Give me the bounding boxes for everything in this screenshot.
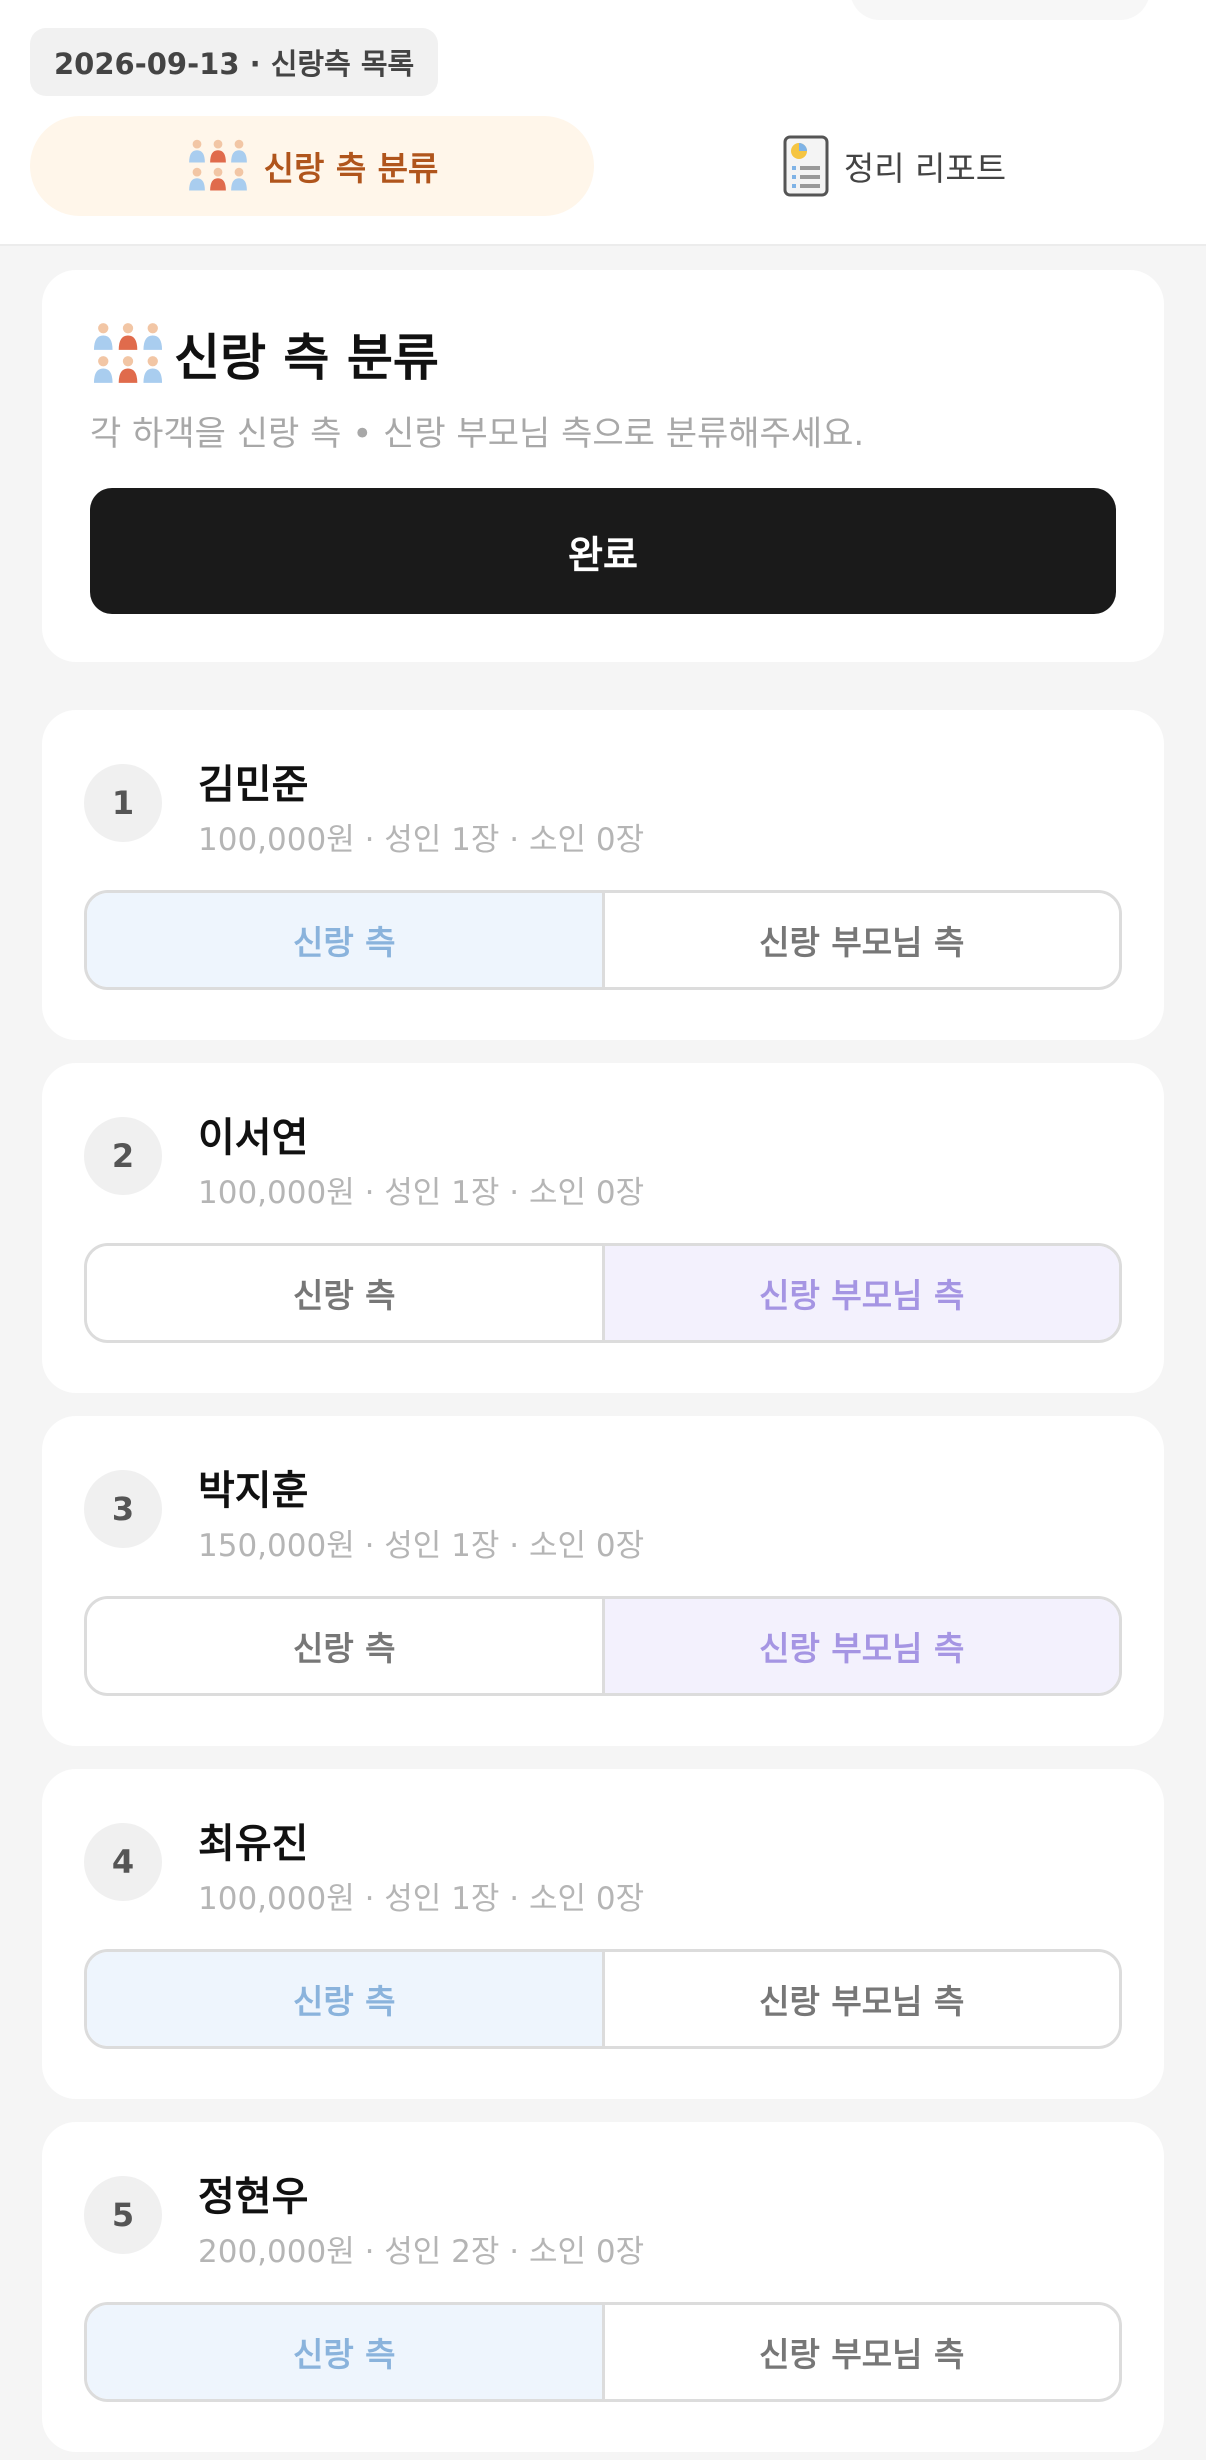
report-clipboard-icon bbox=[782, 134, 830, 198]
option-groom-side[interactable]: 신랑 측 bbox=[87, 1952, 602, 2046]
guest-detail: 100,000원 · 성인 1장 · 소인 0장 bbox=[198, 1881, 645, 1917]
app-header: 2026-09-13 · 신랑측 목록 신랑 측 분류 정리 리포트 bbox=[0, 0, 1206, 246]
side-segmented-control: 신랑 측 신랑 부모님 측 bbox=[84, 1243, 1122, 1343]
side-segmented-control: 신랑 측 신랑 부모님 측 bbox=[84, 1949, 1122, 2049]
guest-name: 박지훈 bbox=[198, 1468, 309, 1514]
guest-detail: 200,000원 · 성인 2장 · 소인 0장 bbox=[198, 2234, 645, 2270]
guest-card: 4 최유진 100,000원 · 성인 1장 · 소인 0장 신랑 측 신랑 부… bbox=[42, 1769, 1164, 2099]
guest-card: 1 김민준 100,000원 · 성인 1장 · 소인 0장 신랑 측 신랑 부… bbox=[42, 710, 1164, 1040]
guest-name: 최유진 bbox=[198, 1821, 309, 1867]
guest-card: 5 정현우 200,000원 · 성인 2장 · 소인 0장 신랑 측 신랑 부… bbox=[42, 2122, 1164, 2452]
people-group-icon bbox=[90, 321, 166, 387]
guest-number-badge: 1 bbox=[84, 764, 162, 842]
option-groom-parents-side[interactable]: 신랑 부모님 측 bbox=[601, 1952, 1119, 2046]
option-groom-side[interactable]: 신랑 측 bbox=[87, 1599, 602, 1693]
people-group-icon bbox=[186, 138, 250, 194]
tab-label: 정리 리포트 bbox=[843, 149, 1007, 188]
side-segmented-control: 신랑 측 신랑 부모님 측 bbox=[84, 1596, 1122, 1696]
page-subtitle: 각 하객을 신랑 측 • 신랑 부모님 측으로 분류해주세요. bbox=[90, 414, 865, 454]
option-groom-side[interactable]: 신랑 측 bbox=[87, 893, 602, 987]
guest-detail: 150,000원 · 성인 1장 · 소인 0장 bbox=[198, 1528, 645, 1564]
guest-card: 2 이서연 100,000원 · 성인 1장 · 소인 0장 신랑 측 신랑 부… bbox=[42, 1063, 1164, 1393]
side-segmented-control: 신랑 측 신랑 부모님 측 bbox=[84, 2302, 1122, 2402]
guest-name: 정현우 bbox=[198, 2174, 309, 2220]
date-chip[interactable]: 2026-09-13 · 신랑측 목록 bbox=[30, 28, 439, 96]
guest-number-badge: 4 bbox=[84, 1823, 162, 1901]
header-decoration bbox=[850, 0, 1150, 20]
option-groom-parents-side[interactable]: 신랑 부모님 측 bbox=[601, 893, 1119, 987]
option-groom-parents-side[interactable]: 신랑 부모님 측 bbox=[601, 1246, 1119, 1340]
intro-card: 신랑 측 분류 각 하객을 신랑 측 • 신랑 부모님 측으로 분류해주세요. … bbox=[42, 270, 1164, 662]
guest-number-badge: 2 bbox=[84, 1117, 162, 1195]
page-title-text: 신랑 측 분류 bbox=[174, 329, 439, 387]
option-groom-parents-side[interactable]: 신랑 부모님 측 bbox=[601, 2305, 1119, 2399]
guest-name: 김민준 bbox=[198, 762, 309, 808]
option-groom-parents-side[interactable]: 신랑 부모님 측 bbox=[601, 1599, 1119, 1693]
guest-name: 이서연 bbox=[198, 1115, 309, 1161]
guest-detail: 100,000원 · 성인 1장 · 소인 0장 bbox=[198, 1175, 645, 1211]
option-groom-side[interactable]: 신랑 측 bbox=[87, 1246, 602, 1340]
side-segmented-control: 신랑 측 신랑 부모님 측 bbox=[84, 890, 1122, 990]
guest-detail: 100,000원 · 성인 1장 · 소인 0장 bbox=[198, 822, 645, 858]
tab-label: 신랑 측 분류 bbox=[263, 149, 439, 188]
guest-number-badge: 3 bbox=[84, 1470, 162, 1548]
option-groom-side[interactable]: 신랑 측 bbox=[87, 2305, 602, 2399]
tab-groom-classify[interactable]: 신랑 측 분류 bbox=[30, 116, 594, 216]
guest-card: 3 박지훈 150,000원 · 성인 1장 · 소인 0장 신랑 측 신랑 부… bbox=[42, 1416, 1164, 1746]
tab-report[interactable]: 정리 리포트 bbox=[612, 116, 1176, 216]
done-button[interactable]: 완료 bbox=[90, 488, 1116, 614]
page-title: 신랑 측 분류 bbox=[90, 318, 439, 390]
guest-number-badge: 5 bbox=[84, 2176, 162, 2254]
